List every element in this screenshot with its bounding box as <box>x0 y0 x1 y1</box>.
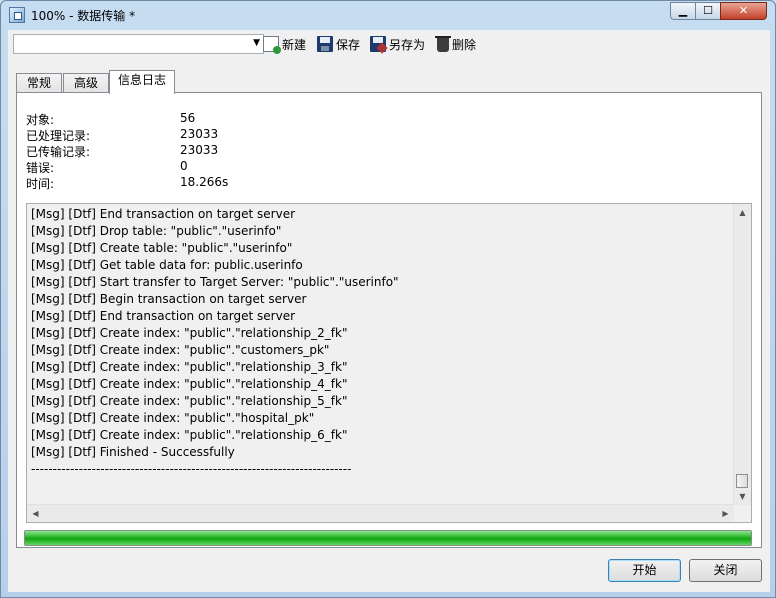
data-transfer-app-icon <box>9 7 25 23</box>
log-lines: [Msg] [Dtf] End transaction on target se… <box>31 206 399 478</box>
log-textarea[interactable]: [Msg] [Dtf] End transaction on target se… <box>26 203 752 523</box>
log-separator: ----------------------------------------… <box>31 462 352 476</box>
scroll-left-arrow-icon[interactable]: ◀ <box>27 505 44 522</box>
delete-button[interactable]: 删除 <box>435 35 476 53</box>
scroll-right-arrow-icon[interactable]: ▶ <box>717 505 734 522</box>
save-icon <box>317 36 333 52</box>
log-line: [Msg] [Dtf] Create index: "public"."rela… <box>31 394 348 408</box>
log-line: [Msg] [Dtf] End transaction on target se… <box>31 207 296 221</box>
tab-general[interactable]: 常规 <box>16 73 62 93</box>
scroll-down-arrow-icon[interactable]: ▼ <box>734 488 751 505</box>
toolbar: ▼ 新建 保存 另存为 删除 <box>8 30 770 60</box>
log-line: [Msg] [Dtf] Begin transaction on target … <box>31 292 307 306</box>
log-line: [Msg] [Dtf] Get table data for: public.u… <box>31 258 303 272</box>
new-button-label: 新建 <box>282 37 307 52</box>
log-line: [Msg] [Dtf] Start transfer to Target Ser… <box>31 275 399 289</box>
close-button[interactable]: 关闭 <box>689 559 762 582</box>
stat-label: 对象: <box>26 113 55 127</box>
chevron-down-icon[interactable]: ▼ <box>253 38 260 48</box>
tab-advanced[interactable]: 高级 <box>63 73 109 93</box>
maximize-button[interactable]: ☐ <box>695 2 721 20</box>
new-button[interactable]: 新建 <box>263 35 307 54</box>
dialog-client-area: ▼ 新建 保存 另存为 删除 常规 高级 信息日志 对象: 56 已处理记录: … <box>8 30 770 592</box>
save-as-button-label: 另存为 <box>389 37 426 52</box>
stat-label: 已传输记录: <box>26 145 91 159</box>
log-line: [Msg] [Dtf] Drop table: "public"."userin… <box>31 224 282 238</box>
close-window-button[interactable]: ✕ <box>720 2 767 20</box>
save-as-button[interactable]: 另存为 <box>370 35 425 53</box>
transfer-progress-bar <box>24 530 752 546</box>
progress-fill <box>25 531 751 545</box>
log-line: [Msg] [Dtf] Create table: "public"."user… <box>31 241 293 255</box>
trash-icon <box>435 36 451 52</box>
profile-combo[interactable]: ▼ <box>13 34 264 54</box>
vertical-scroll-thumb[interactable] <box>736 474 748 488</box>
save-button[interactable]: 保存 <box>317 35 360 53</box>
stat-value: 23033 <box>180 143 219 157</box>
stat-value: 56 <box>180 111 196 125</box>
stat-value: 23033 <box>180 127 219 141</box>
stat-value: 18.266s <box>180 175 229 189</box>
minimize-button[interactable]: ▁ <box>670 2 696 20</box>
tab-message-log[interactable]: 信息日志 <box>109 70 175 94</box>
log-line: [Msg] [Dtf] Create index: "public"."hosp… <box>31 411 315 425</box>
log-line: [Msg] [Dtf] Finished - Successfully <box>31 445 235 459</box>
save-as-icon <box>370 36 386 52</box>
window-title: 100% - 数据传输 * <box>31 9 136 23</box>
stat-label: 已处理记录: <box>26 129 91 143</box>
log-line: [Msg] [Dtf] End transaction on target se… <box>31 309 296 323</box>
stat-label: 错误: <box>26 161 55 175</box>
scroll-up-arrow-icon[interactable]: ▲ <box>734 204 751 221</box>
delete-button-label: 删除 <box>452 37 477 52</box>
log-line: [Msg] [Dtf] Create index: "public"."rela… <box>31 428 348 442</box>
stat-value: 0 <box>180 159 188 173</box>
data-transfer-window: 100% - 数据传输 * ▁ ☐ ✕ ▼ 新建 保存 另存为 删除 常规 高级… <box>0 0 776 598</box>
stat-label: 时间: <box>26 177 55 191</box>
vertical-scrollbar[interactable]: ▲ ▼ <box>733 204 751 505</box>
log-line: [Msg] [Dtf] Create index: "public"."cust… <box>31 343 330 357</box>
horizontal-scrollbar[interactable]: ◀ ▶ <box>27 504 734 522</box>
save-button-label: 保存 <box>336 37 361 52</box>
message-log-panel: 对象: 56 已处理记录: 23033 已传输记录: 23033 错误: 0 时… <box>16 92 762 548</box>
new-document-icon <box>263 36 281 54</box>
log-line: [Msg] [Dtf] Create index: "public"."rela… <box>31 326 348 340</box>
log-line: [Msg] [Dtf] Create index: "public"."rela… <box>31 377 348 391</box>
log-line: [Msg] [Dtf] Create index: "public"."rela… <box>31 360 348 374</box>
title-bar[interactable]: 100% - 数据传输 * ▁ ☐ ✕ <box>1 1 775 29</box>
start-button[interactable]: 开始 <box>608 559 681 582</box>
